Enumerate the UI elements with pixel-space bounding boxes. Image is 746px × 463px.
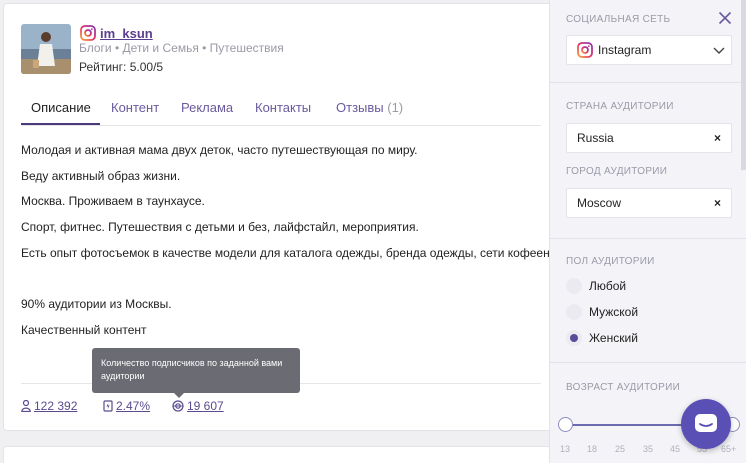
age-tick: 45 [670, 444, 681, 454]
description-line: Москва. Проживаем в таунхаусе. [21, 194, 205, 208]
city-field[interactable]: Moscow × [566, 188, 732, 218]
radio-label: Женский [589, 331, 638, 345]
gender-option-any[interactable]: Любой [566, 278, 626, 294]
city-value: Moscow [577, 196, 622, 210]
description-line: Молодая и активная мама двух деток, част… [21, 143, 418, 157]
social-network-label: СОЦИАЛЬНАЯ СЕТЬ [566, 14, 671, 25]
next-card [3, 446, 557, 463]
instagram-icon [80, 25, 96, 41]
followers-stat[interactable]: 122 392 [21, 399, 77, 413]
audience-stat[interactable]: 19 607 [172, 399, 224, 413]
age-tick: 13 [560, 444, 571, 454]
gender-option-female[interactable]: Женский [566, 330, 638, 346]
age-tick: 35 [643, 444, 654, 454]
description-line: Качественный контент [21, 323, 147, 337]
engagement-rate: 2.47% [116, 399, 151, 413]
tab-content[interactable]: Контент [111, 100, 159, 115]
social-network-select[interactable]: Instagram [566, 35, 732, 65]
followers-count: 122 392 [34, 399, 78, 413]
country-label: СТРАНА АУДИТОРИИ [566, 101, 674, 112]
gender-option-male[interactable]: Мужской [566, 304, 638, 320]
engagement-stat[interactable]: 2.47% [103, 399, 150, 413]
city-label: ГОРОД АУДИТОРИИ [566, 166, 668, 177]
chat-launcher-button[interactable] [681, 399, 731, 449]
active-tab-indicator [21, 123, 100, 125]
description-line: Спорт, фитнес. Путешествия с детьми и бе… [21, 220, 419, 234]
description-line: Есть опыт фотосъемок в качестве модели д… [21, 246, 554, 260]
user-icon [21, 400, 31, 412]
tab-reviews-label: Отзывы [336, 100, 384, 115]
country-value: Russia [577, 131, 614, 145]
tab-contacts[interactable]: Контакты [255, 100, 311, 115]
tab-description[interactable]: Описание [31, 100, 91, 115]
chat-icon [695, 414, 717, 432]
radio-button[interactable] [566, 304, 582, 320]
tabs: Описание Контент Реклама Контакты Отзывы… [21, 100, 541, 126]
target-audience-icon [172, 400, 184, 412]
radio-button[interactable] [566, 278, 582, 294]
engagement-icon [103, 400, 113, 412]
gender-section: ПОЛ АУДИТОРИИ Любой Мужской Женский [550, 238, 746, 362]
radio-button-selected[interactable] [566, 330, 582, 346]
age-tick: 65+ [721, 444, 737, 454]
scrollbar[interactable] [741, 0, 746, 170]
age-tick: 18 [587, 444, 598, 454]
close-icon[interactable] [718, 11, 732, 25]
username-link[interactable]: im_ksun [100, 26, 153, 41]
categories: Блоги • Дети и Семья • Путешествия [79, 41, 284, 55]
tab-reviews[interactable]: Отзывы (1) [336, 100, 403, 115]
audience-tooltip: Количество подписчиков по заданной вами … [92, 348, 300, 398]
description-line: 90% аудитории из Москвы. [21, 297, 172, 311]
tab-reviews-count: (1) [387, 100, 404, 115]
instagram-icon [577, 42, 593, 58]
description-line: Веду активный образ жизни. [21, 169, 181, 183]
audience-count: 19 607 [187, 399, 224, 413]
clear-country-button[interactable]: × [714, 131, 721, 145]
age-label: ВОЗРАСТ АУДИТОРИИ [566, 382, 681, 393]
chevron-down-icon [713, 47, 725, 54]
country-field[interactable]: Russia × [566, 123, 732, 153]
radio-label: Мужской [589, 305, 639, 319]
rating: Рейтинг: 5.00/5 [79, 60, 164, 74]
clear-city-button[interactable]: × [714, 196, 721, 210]
tab-ads[interactable]: Реклама [181, 100, 233, 115]
gender-label: ПОЛ АУДИТОРИИ [566, 256, 655, 267]
avatar[interactable] [21, 24, 71, 74]
filter-sidebar: СОЦИАЛЬНАЯ СЕТЬ Instagram СТРАНА АУДИТОР… [549, 0, 746, 463]
social-network-value: Instagram [598, 43, 652, 57]
radio-label: Любой [589, 279, 627, 293]
country-city-section: СТРАНА АУДИТОРИИ Russia × ГОРОД АУДИТОРИ… [550, 82, 746, 238]
age-tick: 25 [615, 444, 626, 454]
age-slider-min-handle[interactable] [558, 417, 573, 432]
